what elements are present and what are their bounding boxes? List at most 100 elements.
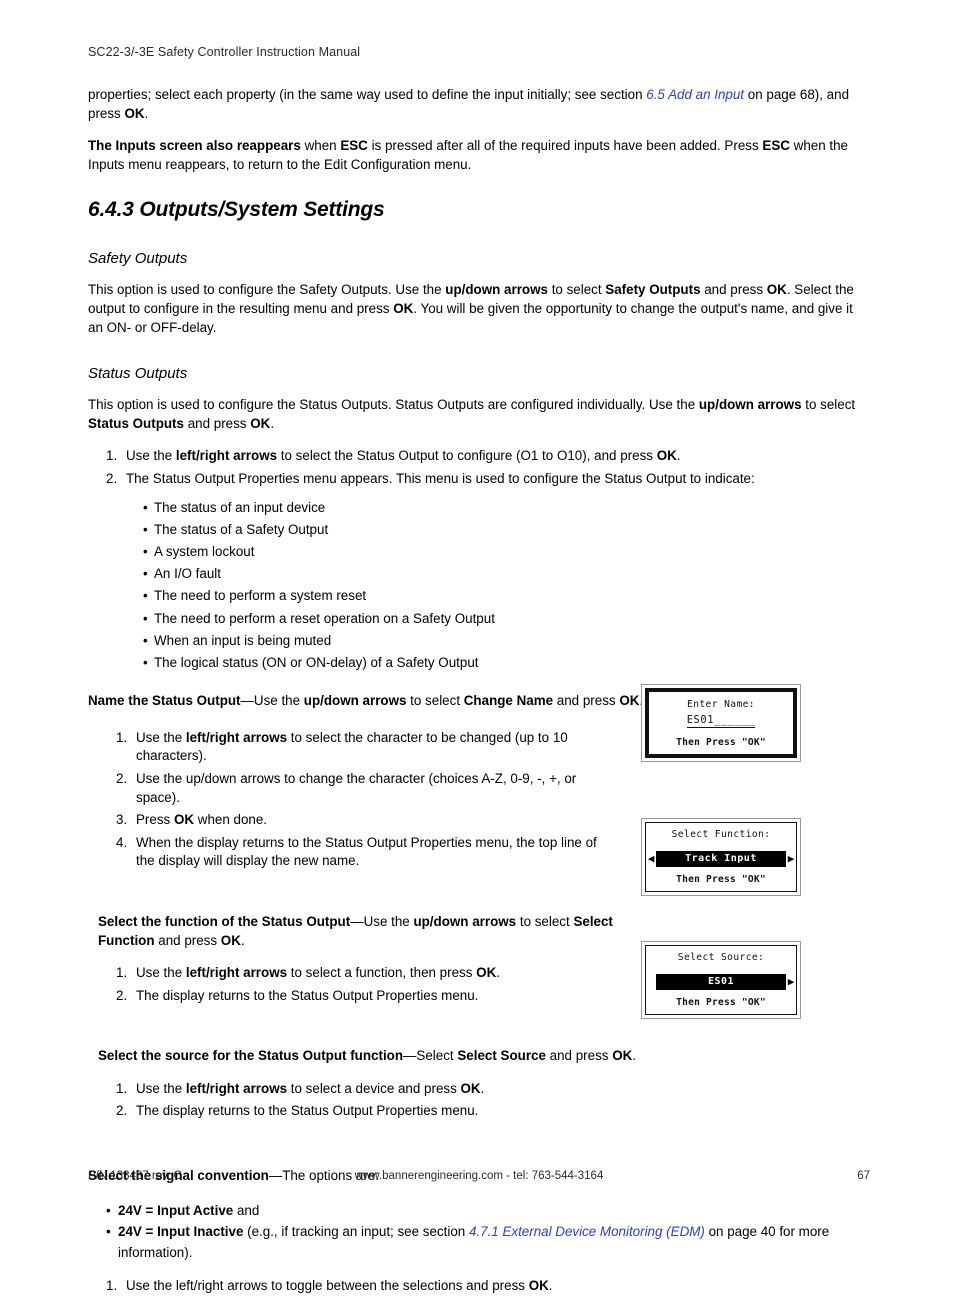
step-bold-ok: OK	[656, 448, 677, 464]
intro-p2-lead: The Inputs screen also reappears	[88, 138, 301, 154]
lead-bold-select-source: Select Source	[457, 1048, 546, 1064]
lead-bold-updown: up/down arrows	[303, 693, 407, 709]
right-arrow-icon[interactable]: ▶	[786, 974, 796, 990]
intro-p1-text-a: properties; select each property (in the…	[88, 87, 647, 102]
select-source-steps: Use the left/right arrows to select a de…	[88, 1080, 608, 1121]
step-text-c: .	[676, 448, 681, 464]
lcd-selector-row: ES01 ▶	[646, 974, 796, 990]
list-item: The Status Output Properties menu appear…	[88, 470, 870, 489]
step-text-a: Use the	[136, 1080, 186, 1096]
lcd-screen: Enter Name: ES01______ Then Press "OK"	[645, 688, 797, 758]
select-function-steps: Use the left/right arrows to select a fu…	[88, 964, 608, 1005]
footer-part-number: P/N 133487 rev. C	[88, 1170, 182, 1182]
lead-text-a: —Select	[403, 1048, 458, 1064]
safety-text-c: to select	[547, 282, 606, 298]
safety-bold-ok-2: OK	[393, 300, 414, 316]
step-text-c: .	[496, 965, 500, 981]
step-bold: left/right arrows	[185, 965, 288, 981]
lead-text-c: .	[632, 1048, 637, 1064]
step-bold-leftright: left/right arrows	[175, 448, 278, 464]
left-arrow-icon[interactable]: ◀	[646, 851, 656, 867]
step-text-b: to select a device and press	[287, 1080, 461, 1096]
safety-bold-updown: up/down arrows	[445, 282, 548, 298]
list-item: 24V = Input Inactive (e.g., if tracking …	[100, 1221, 870, 1263]
status-text-d: and press	[183, 415, 251, 431]
step-text-a: Use the	[136, 965, 186, 981]
list-item: The display returns to the Status Output…	[88, 987, 608, 1006]
status-text-a: This option is used to configure the Sta…	[88, 397, 699, 413]
status-text-c: to select	[801, 397, 856, 413]
list-item: The display returns to the Status Output…	[88, 1102, 608, 1121]
lcd-name-value: ES01	[686, 713, 715, 728]
list-item: The need to perform a system reset	[88, 585, 870, 607]
step-text-a: Use the up/down arrows to change the cha…	[136, 770, 577, 805]
select-function-lead: Select the function of the Status Output…	[88, 913, 628, 950]
signal-convention-bullets: 24V = Input Active and 24V = Input Inact…	[88, 1200, 870, 1263]
footer-website: www.bannerengineering.com - tel: 763-544…	[354, 1170, 604, 1182]
list-item: The need to perform a reset operation on…	[88, 608, 870, 630]
list-item: When the display returns to the Status O…	[88, 834, 608, 871]
list-item: When an input is being muted	[88, 630, 870, 652]
safety-bold-ok-1: OK	[766, 282, 787, 298]
lcd-title: Enter Name:	[687, 698, 755, 710]
lead-bold-ok: OK	[612, 1048, 633, 1064]
step-text-b: to select a function, then press	[287, 965, 477, 981]
xref-add-an-input[interactable]: 6.5 Add an Input	[646, 87, 744, 102]
page-header: SC22-3/-3E Safety Controller Instruction…	[88, 45, 361, 59]
signal-convention-steps: Use the left/right arrows to toggle betw…	[88, 1277, 870, 1296]
subheading-safety-outputs: Safety Outputs	[88, 250, 188, 268]
list-item: Use the left/right arrows to select a fu…	[88, 964, 608, 983]
section-heading-643: 6.4.3 Outputs/System Settings	[88, 198, 385, 222]
intro-p2-esc-1: ESC	[340, 138, 368, 154]
step-bold: left/right arrows	[185, 1080, 288, 1096]
step-text-a: The Status Output Properties menu appear…	[126, 470, 755, 486]
footer-page-number: 67	[857, 1170, 870, 1182]
right-arrow-icon[interactable]: ▶	[786, 851, 796, 867]
intro-p2-esc-2: ESC	[762, 138, 790, 154]
lead-bold: Select the source for the Status Output …	[98, 1048, 404, 1064]
lead-text-b: to select	[406, 693, 464, 709]
xref-edm[interactable]: 4.7.1 External Device Monitoring (EDM)	[469, 1224, 705, 1239]
step-text-a: Use the	[136, 729, 186, 745]
list-item: The status of a Safety Output	[88, 519, 870, 541]
lead-text-a: —Use the	[240, 693, 304, 709]
status-bold-updown: up/down arrows	[698, 397, 802, 413]
step-text-a: When the display returns to the Status O…	[136, 834, 597, 869]
status-bold-ok: OK	[250, 415, 271, 431]
list-item: The status of an input device	[88, 497, 870, 519]
lcd-footer: Then Press "OK"	[676, 997, 766, 1008]
lead-text-d: .	[240, 932, 245, 948]
step-text-a: The display returns to the Status Output…	[136, 987, 479, 1003]
lead-text-c: and press	[553, 693, 620, 709]
step-text-a: Use the left/right arrows to toggle betw…	[126, 1277, 529, 1293]
intro-p2-text-a: when	[300, 138, 341, 154]
lcd-screen: Select Source: ES01 ▶ Then Press "OK"	[645, 945, 797, 1015]
list-item: Press OK when done.	[88, 811, 608, 830]
indicate-bullet-list: The status of an input device The status…	[88, 497, 870, 675]
status-text-e: .	[270, 415, 275, 431]
lead-text-a: —Use the	[350, 913, 414, 929]
intro-p1-text-c: .	[144, 105, 149, 121]
step-bold: left/right arrows	[185, 729, 288, 745]
safety-text-a: This option is used to configure the Saf…	[88, 282, 446, 298]
step-text-a: The display returns to the Status Output…	[136, 1103, 479, 1119]
name-status-output-steps: Use the left/right arrows to select the …	[88, 729, 608, 871]
lead-bold: Name the Status Output	[88, 693, 241, 709]
bullet-text-a: (e.g., if tracking an input; see section	[243, 1223, 469, 1239]
list-item: An I/O fault	[88, 563, 870, 585]
lcd-footer: Then Press "OK"	[676, 736, 766, 748]
page-footer: P/N 133487 rev. C www.bannerengineering.…	[88, 1170, 870, 1182]
list-item: Use the left/right arrows to select the …	[88, 447, 870, 466]
lcd-selector-row: ◀ Track Input ▶	[646, 851, 796, 867]
step-bold-ok: OK	[528, 1277, 549, 1293]
bullet-bold-24v-active: 24V = Input Active	[118, 1202, 234, 1218]
lcd-title: Select Source:	[677, 952, 765, 963]
bullet-bold-24v-inactive: 24V = Input Inactive	[118, 1223, 244, 1239]
step-text-a: Use the	[126, 448, 176, 464]
safety-bold-safety-outputs: Safety Outputs	[605, 282, 701, 298]
lcd-title: Select Function:	[671, 829, 771, 840]
select-source-lead: Select the source for the Status Output …	[88, 1047, 638, 1066]
step-text-c: .	[480, 1080, 485, 1096]
lcd-selected-value: Track Input	[656, 851, 786, 867]
lead-bold-updown: up/down arrows	[413, 913, 517, 929]
